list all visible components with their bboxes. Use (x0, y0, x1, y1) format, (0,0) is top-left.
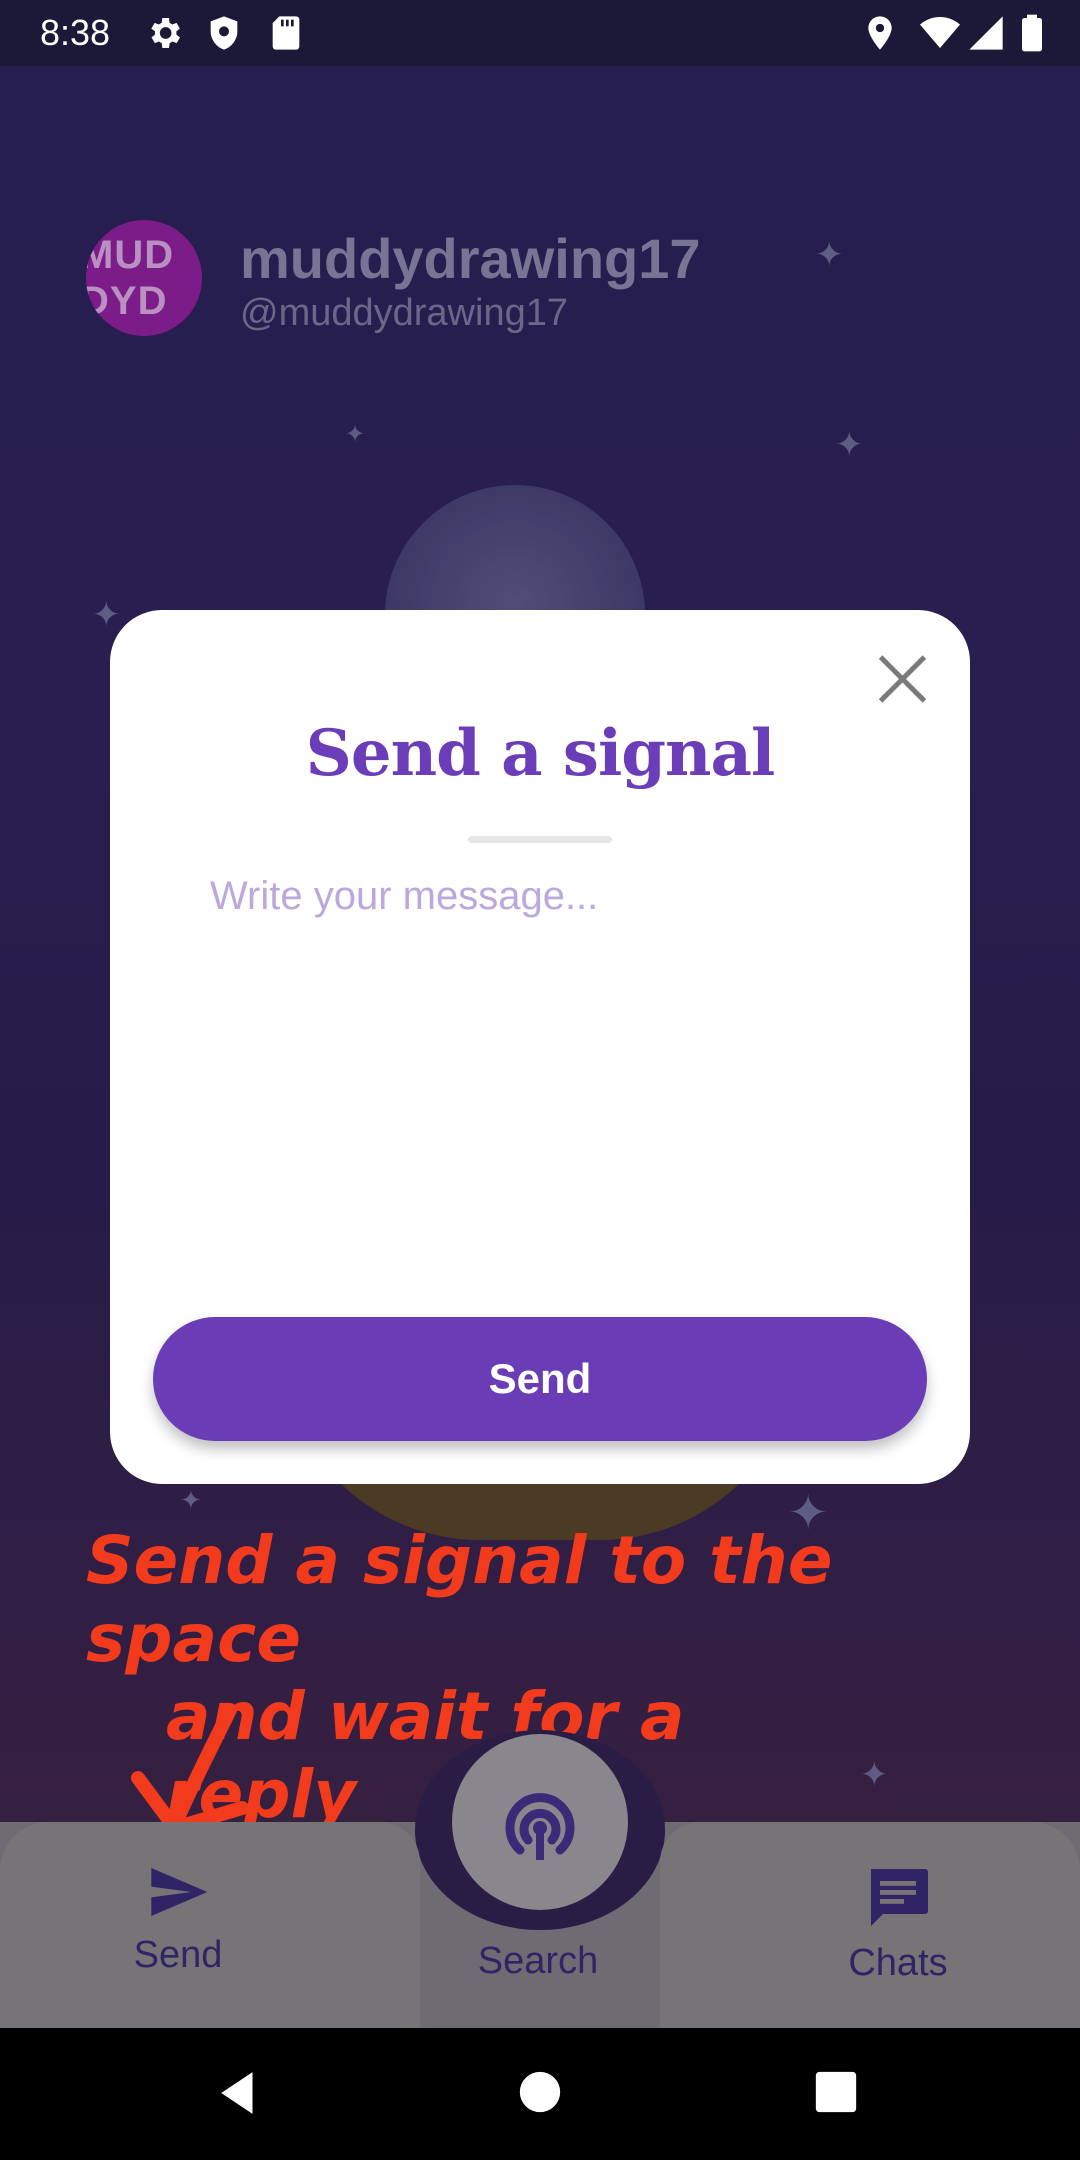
status-bar: 8:38 (0, 0, 1080, 66)
home-icon[interactable] (518, 2070, 562, 2114)
back-icon[interactable] (215, 2068, 265, 2118)
recents-icon[interactable] (814, 2070, 858, 2114)
send-signal-dialog: Send a signal Send (110, 610, 970, 1484)
nav-chats-label: Chats (848, 1942, 948, 1984)
send-icon (151, 1868, 208, 1916)
nav-send-label: Send (133, 1934, 223, 1976)
message-input[interactable] (210, 874, 890, 1254)
wifi-icon (920, 17, 960, 48)
chat-icon (871, 1869, 928, 1926)
title-divider (468, 836, 612, 843)
system-navigation-bar (0, 2028, 1080, 2160)
annotation-line1: Send a signal to the space (86, 1522, 833, 1677)
shield-icon (210, 16, 238, 50)
close-icon[interactable] (872, 648, 932, 708)
dialog-title: Send a signal (305, 716, 776, 791)
location-icon (868, 16, 892, 50)
nav-chats[interactable]: Chats (788, 1860, 1008, 1985)
signal-icon (969, 16, 1003, 50)
nav-search[interactable]: Search (428, 1930, 648, 1983)
search-radar-button[interactable] (452, 1734, 628, 1910)
radar-icon (505, 1793, 575, 1860)
sd-card-icon (272, 16, 300, 50)
nav-send[interactable]: Send (68, 1860, 288, 1977)
send-button[interactable]: Send (153, 1317, 927, 1441)
nav-search-label: Search (477, 1940, 599, 1982)
gear-icon (151, 18, 180, 48)
status-time: 8:38 (40, 12, 111, 53)
battery-icon (1022, 14, 1042, 52)
annotation-arrow-icon (131, 1703, 249, 1835)
